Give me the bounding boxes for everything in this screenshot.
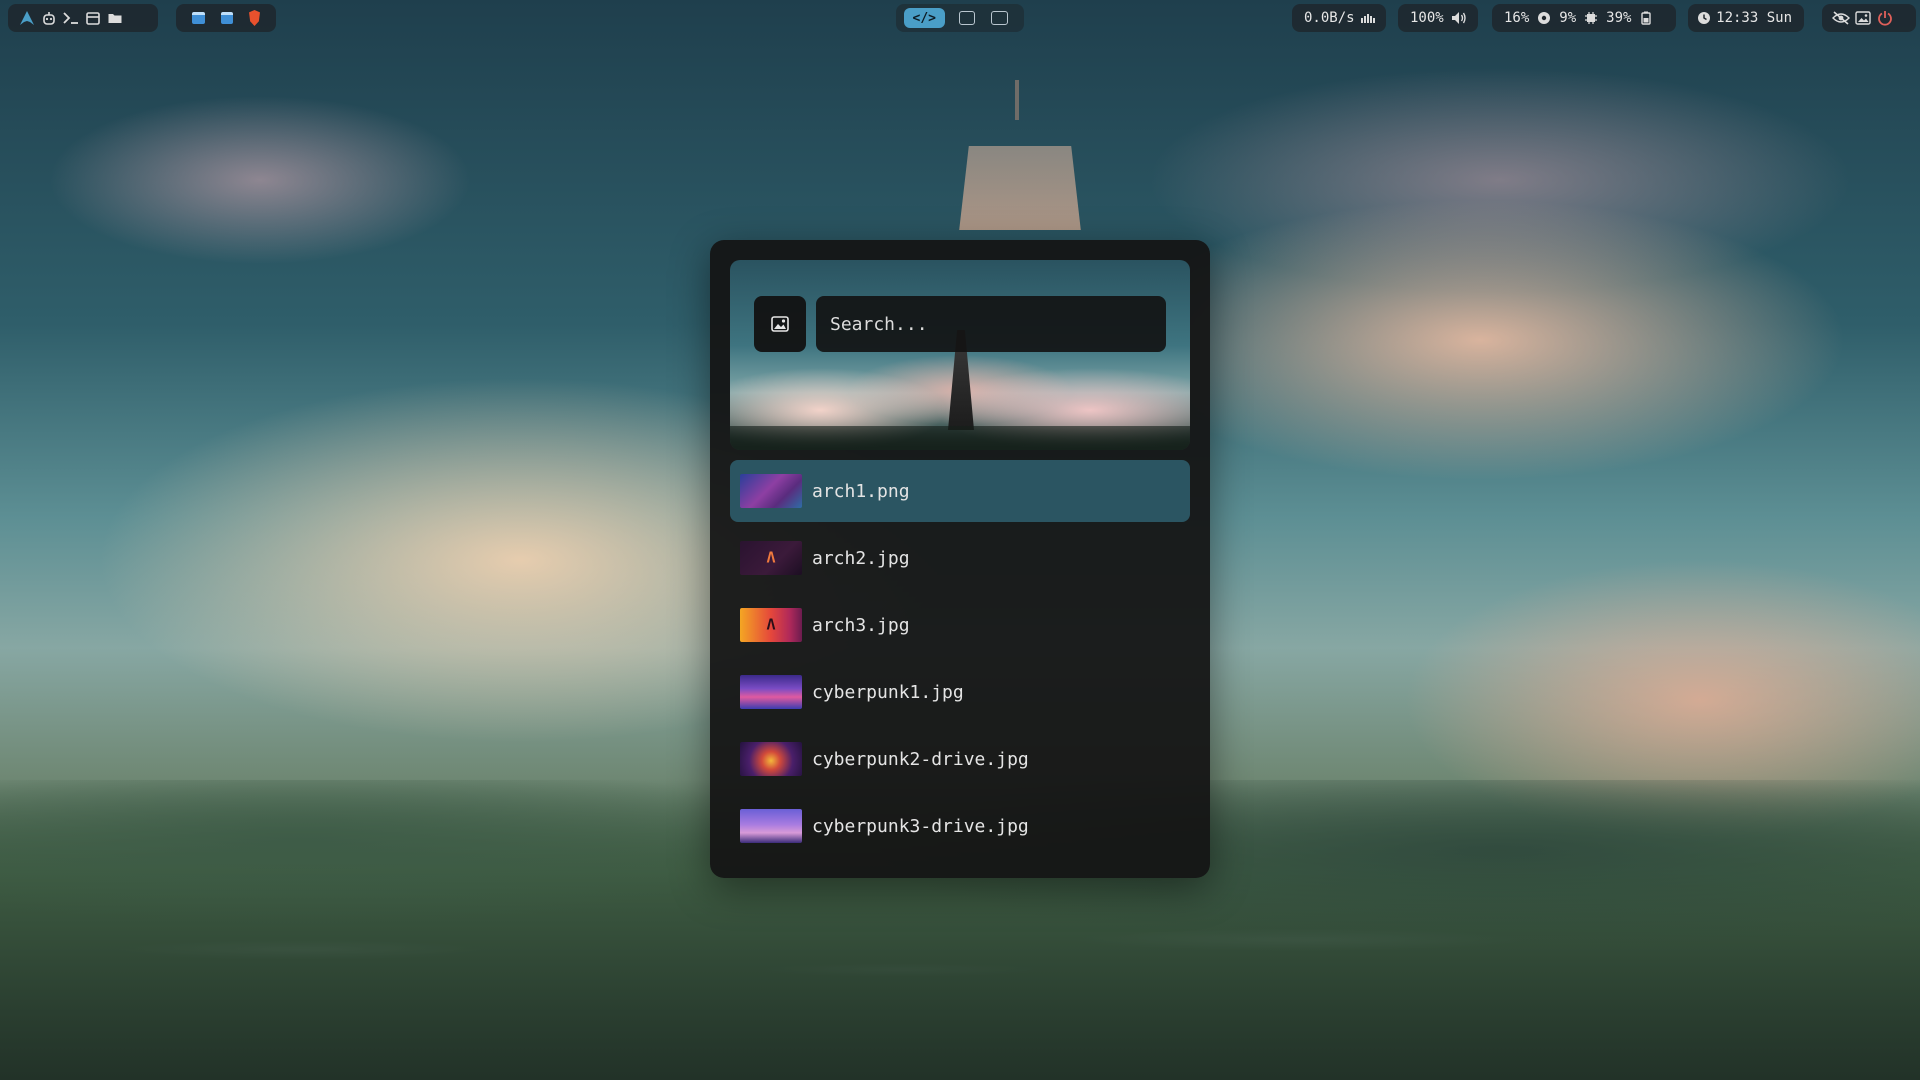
network-icon xyxy=(1359,8,1378,28)
list-item-label: cyberpunk3-drive.jpg xyxy=(812,815,1029,837)
list-item[interactable]: Λ arch3.jpg xyxy=(730,594,1190,656)
list-item[interactable]: Λ arch2.jpg xyxy=(730,527,1190,589)
calendar-workspace-icon[interactable] xyxy=(958,11,976,25)
calendar-icon[interactable] xyxy=(82,8,104,28)
eye-off-icon[interactable] xyxy=(1830,8,1852,28)
wallpaper-thumbnail xyxy=(740,809,802,843)
wallpaper-preview xyxy=(730,260,1190,450)
brave-browser-icon[interactable] xyxy=(249,10,260,26)
system-stats-widget[interactable]: 16% 9% 39% xyxy=(1492,4,1676,32)
open-apps-pill xyxy=(176,4,276,32)
list-item-label: arch3.jpg xyxy=(812,614,910,636)
terminal-icon[interactable] xyxy=(60,8,82,28)
battery-level: 39% xyxy=(1606,10,1632,26)
window-icon[interactable] xyxy=(220,12,234,24)
search-input[interactable] xyxy=(816,296,1166,352)
clock-widget[interactable]: 12:33 Sun xyxy=(1688,4,1804,32)
launcher-pill xyxy=(8,4,158,32)
folder-workspace-icon[interactable] xyxy=(991,11,1008,25)
wallpaper-thumbnail xyxy=(740,742,802,776)
power-icon[interactable] xyxy=(1874,8,1896,28)
volume-widget[interactable]: 100% xyxy=(1398,4,1478,32)
battery-icon xyxy=(1635,8,1657,28)
arch-logo-icon: Λ xyxy=(766,548,776,567)
workspaces-pill: </> xyxy=(896,4,1024,32)
window-icon[interactable] xyxy=(192,12,205,24)
list-item-label: arch1.png xyxy=(812,480,910,502)
list-item-label: cyberpunk1.jpg xyxy=(812,681,964,703)
wallpaper-tower xyxy=(959,146,1081,230)
wallpaper-list: arch1.png Λ arch2.jpg Λ arch3.jpg cyberp… xyxy=(730,460,1190,857)
wallpaper-thumbnail xyxy=(740,474,802,508)
memory-chip-icon xyxy=(1580,8,1602,28)
bot-icon[interactable] xyxy=(38,8,60,28)
workspace-code[interactable]: </> xyxy=(904,8,945,28)
wallpaper-picker-launcher: arch1.png Λ arch2.jpg Λ arch3.jpg cyberp… xyxy=(710,240,1210,878)
cpu-icon xyxy=(1533,8,1555,28)
memory-usage: 9% xyxy=(1559,10,1577,26)
list-item[interactable]: cyberpunk3-drive.jpg xyxy=(730,795,1190,857)
wallpaper-thumbnail: Λ xyxy=(740,541,802,575)
network-widget[interactable]: 0.0B/s xyxy=(1292,4,1386,32)
list-item-label: cyberpunk2-drive.jpg xyxy=(812,748,1029,770)
wallpaper-thumbnail xyxy=(740,675,802,709)
arch-logo-icon: Λ xyxy=(766,615,776,634)
list-item[interactable]: arch1.png xyxy=(730,460,1190,522)
volume-icon xyxy=(1448,8,1470,28)
wallpaper-thumbnail: Λ xyxy=(740,608,802,642)
network-speed: 0.0B/s xyxy=(1304,10,1355,26)
top-bar: </> 0.0B/s 100% 16% 9% 39% 12:33 Sun xyxy=(0,4,1920,32)
arch-logo-icon[interactable] xyxy=(16,8,38,28)
system-actions-pill xyxy=(1822,4,1916,32)
image-mode-button[interactable] xyxy=(754,296,806,352)
image-icon xyxy=(771,316,789,332)
list-item[interactable]: cyberpunk1.jpg xyxy=(730,661,1190,723)
clock-time: 12:33 Sun xyxy=(1716,10,1792,26)
wallpaper-tower-mast xyxy=(1015,80,1019,120)
preview-ground xyxy=(730,426,1190,450)
image-icon[interactable] xyxy=(1852,8,1874,28)
clock-icon xyxy=(1696,8,1712,28)
cpu-usage: 16% xyxy=(1504,10,1530,26)
search-row xyxy=(754,296,1166,352)
list-item-label: arch2.jpg xyxy=(812,547,910,569)
folder-icon[interactable] xyxy=(104,8,126,28)
volume-level: 100% xyxy=(1410,10,1444,26)
list-item[interactable]: cyberpunk2-drive.jpg xyxy=(730,728,1190,790)
